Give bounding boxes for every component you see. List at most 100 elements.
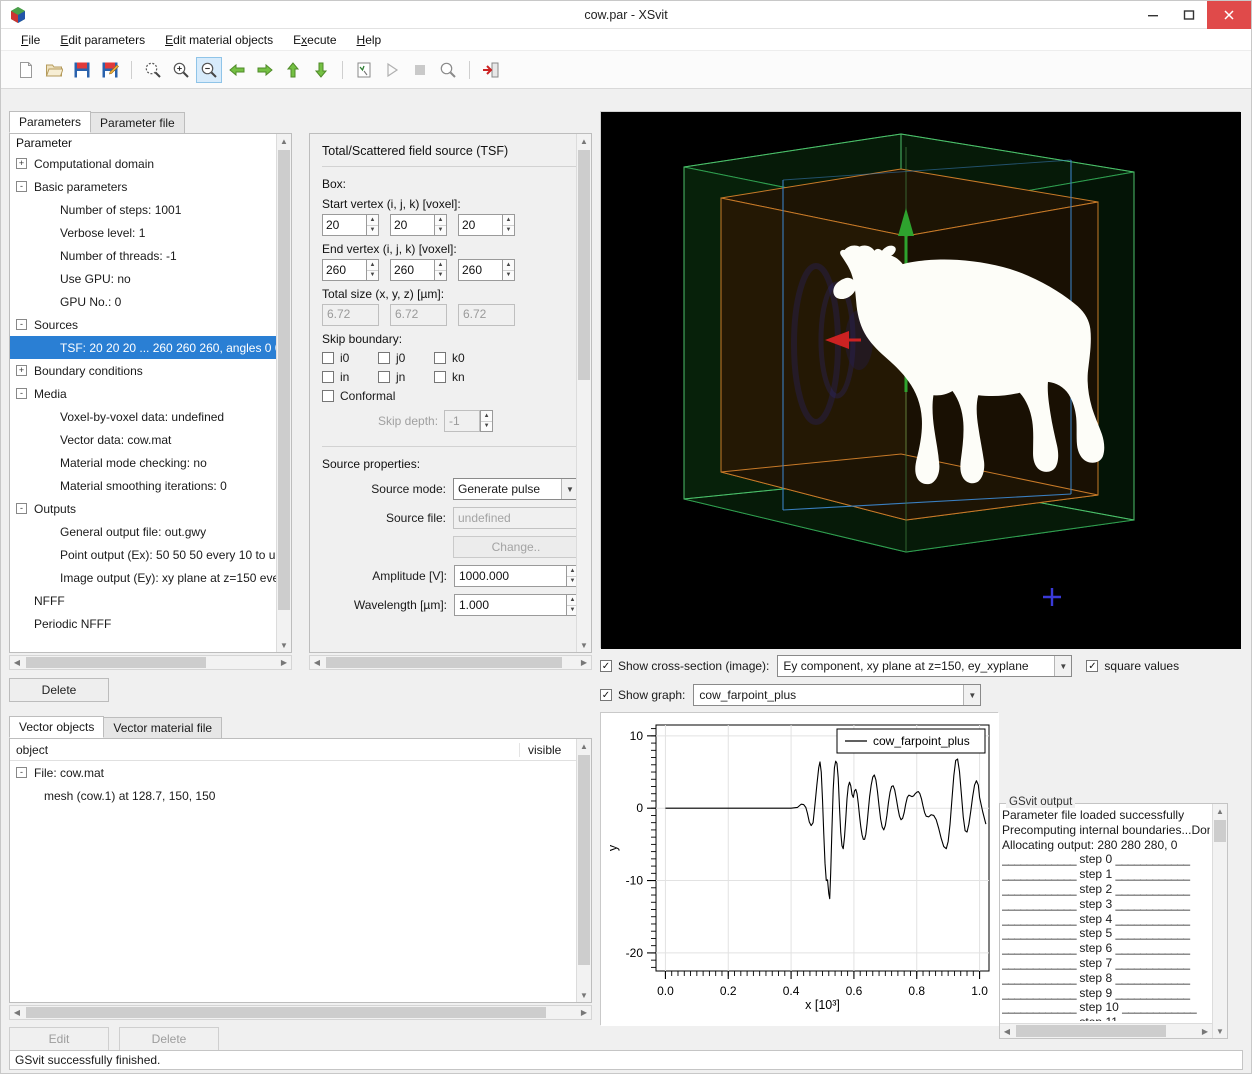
tsf-horizontal-scrollbar[interactable]: ◀ ▶ bbox=[309, 655, 592, 670]
tree-item[interactable]: -Sources bbox=[10, 313, 291, 336]
chevron-down-icon[interactable]: ▼ bbox=[1054, 656, 1071, 676]
tree-item[interactable]: Periodic NFFF bbox=[10, 612, 291, 635]
checkbox-conformal[interactable]: Conformal bbox=[322, 389, 395, 403]
scroll-thumb[interactable] bbox=[1214, 820, 1226, 842]
inspect-icon[interactable] bbox=[435, 57, 461, 83]
change-button[interactable]: Change.. bbox=[453, 536, 579, 558]
zoom-fit-icon[interactable] bbox=[140, 57, 166, 83]
expand-icon[interactable]: + bbox=[16, 365, 27, 376]
tree-item[interactable]: Voxel-by-voxel data: undefined bbox=[10, 405, 291, 428]
save-icon[interactable] bbox=[69, 57, 95, 83]
tree-item[interactable]: GPU No.: 0 bbox=[10, 290, 291, 313]
end-vertex-k-spinner[interactable]: ▲▼ bbox=[458, 259, 515, 281]
scroll-thumb[interactable] bbox=[326, 657, 562, 668]
arrow-left-icon[interactable] bbox=[224, 57, 250, 83]
show-cross-section-checkbox[interactable]: ✓ bbox=[600, 660, 612, 672]
scroll-left-icon[interactable]: ◀ bbox=[310, 658, 324, 667]
tree-horizontal-scrollbar[interactable]: ◀ ▶ bbox=[9, 655, 292, 670]
checkbox-i0[interactable]: i0 bbox=[322, 351, 378, 365]
square-values-checkbox[interactable]: ✓ bbox=[1086, 660, 1098, 672]
start-vertex-j-input[interactable] bbox=[390, 214, 434, 236]
tab-parameters[interactable]: Parameters bbox=[9, 111, 91, 133]
collapse-icon[interactable]: - bbox=[16, 319, 27, 330]
wavelength-input[interactable] bbox=[454, 594, 566, 616]
3d-scene-view[interactable] bbox=[600, 111, 1240, 648]
arrow-right-icon[interactable] bbox=[252, 57, 278, 83]
scroll-thumb[interactable] bbox=[1016, 1025, 1166, 1037]
scroll-right-icon[interactable]: ▶ bbox=[277, 658, 291, 667]
log-vertical-scrollbar[interactable]: ▲ ▼ bbox=[1212, 804, 1227, 1038]
show-graph-checkbox[interactable]: ✓ bbox=[600, 689, 612, 701]
menu-edit-material-objects[interactable]: Edit material objects bbox=[155, 31, 283, 49]
tab-parameter-file[interactable]: Parameter file bbox=[90, 112, 185, 133]
spin-down-icon[interactable]: ▼ bbox=[435, 226, 446, 236]
checkbox-box[interactable] bbox=[322, 371, 334, 383]
tsf-vertical-scrollbar[interactable]: ▲ ▼ bbox=[576, 134, 591, 652]
checkbox-box[interactable] bbox=[434, 371, 446, 383]
tree-item[interactable]: General output file: out.gwy bbox=[10, 520, 291, 543]
spin-down-icon[interactable]: ▼ bbox=[435, 271, 446, 281]
tree-item[interactable]: Use GPU: no bbox=[10, 267, 291, 290]
tree-vertical-scrollbar[interactable]: ▲ ▼ bbox=[276, 134, 291, 652]
scroll-thumb[interactable] bbox=[26, 1007, 546, 1018]
stop-icon[interactable] bbox=[407, 57, 433, 83]
scroll-up-icon[interactable]: ▲ bbox=[277, 134, 291, 148]
output-log-text[interactable]: Parameter file loaded successfullyPrecom… bbox=[1002, 808, 1210, 1021]
vector-object-row[interactable]: mesh (cow.1) at 128.7, 150, 150 bbox=[10, 784, 591, 807]
menu-help[interactable]: Help bbox=[347, 31, 392, 49]
scroll-up-icon[interactable]: ▲ bbox=[577, 134, 591, 148]
amplitude-spinner[interactable]: ▲▼ bbox=[454, 565, 579, 587]
graph-panel[interactable]: 0.00.20.40.60.81.0100-10-20x [10³]ycow_f… bbox=[600, 712, 998, 1025]
arrow-down-icon[interactable] bbox=[308, 57, 334, 83]
vector-objects-vertical-scrollbar[interactable]: ▲ ▼ bbox=[576, 739, 591, 1002]
spin-up-icon[interactable]: ▲ bbox=[367, 260, 378, 271]
spinner-buttons[interactable]: ▲▼ bbox=[366, 214, 379, 236]
spin-up-icon[interactable]: ▲ bbox=[503, 260, 514, 271]
scroll-left-icon[interactable]: ◀ bbox=[10, 1008, 24, 1017]
scroll-thumb[interactable] bbox=[578, 755, 590, 965]
edit-object-button[interactable]: Edit bbox=[9, 1027, 109, 1051]
cross-section-select[interactable]: Ey component, xy plane at z=150, ey_xypl… bbox=[777, 655, 1072, 677]
end-vertex-k-input[interactable] bbox=[458, 259, 502, 281]
tree-item[interactable]: Material smoothing iterations: 0 bbox=[10, 474, 291, 497]
tree-item[interactable]: Verbose level: 1 bbox=[10, 221, 291, 244]
tree-item[interactable]: Number of steps: 1001 bbox=[10, 198, 291, 221]
start-vertex-i-spinner[interactable]: ▲▼ bbox=[322, 214, 379, 236]
exit-icon[interactable] bbox=[478, 57, 504, 83]
collapse-icon[interactable]: - bbox=[16, 388, 27, 399]
start-vertex-j-spinner[interactable]: ▲▼ bbox=[390, 214, 447, 236]
scroll-up-icon[interactable]: ▲ bbox=[577, 739, 591, 753]
tree-item[interactable]: +Computational domain bbox=[10, 152, 291, 175]
scroll-left-icon[interactable]: ◀ bbox=[10, 658, 24, 667]
spin-up-icon[interactable]: ▲ bbox=[503, 215, 514, 226]
new-file-icon[interactable] bbox=[13, 57, 39, 83]
chevron-down-icon[interactable]: ▼ bbox=[963, 685, 980, 705]
tree-item[interactable]: Number of threads: -1 bbox=[10, 244, 291, 267]
log-horizontal-scrollbar[interactable]: ◀ ▶ bbox=[1000, 1023, 1212, 1038]
delete-object-button[interactable]: Delete bbox=[119, 1027, 219, 1051]
spin-up-icon[interactable]: ▲ bbox=[435, 215, 446, 226]
end-vertex-j-input[interactable] bbox=[390, 259, 434, 281]
scroll-down-icon[interactable]: ▼ bbox=[577, 638, 591, 652]
spin-up-icon[interactable]: ▲ bbox=[367, 215, 378, 226]
spin-down-icon[interactable]: ▼ bbox=[367, 271, 378, 281]
tree-item[interactable]: Image output (Ey): xy plane at z=150 eve… bbox=[10, 566, 291, 589]
tree-item[interactable]: Material mode checking: no bbox=[10, 451, 291, 474]
end-vertex-i-input[interactable] bbox=[322, 259, 366, 281]
save-as-icon[interactable] bbox=[97, 57, 123, 83]
amplitude-input[interactable] bbox=[454, 565, 566, 587]
collapse-icon[interactable]: - bbox=[16, 503, 27, 514]
zoom-in-icon[interactable] bbox=[168, 57, 194, 83]
tree-item[interactable]: Point output (Ex): 50 50 50 every 10 to … bbox=[10, 543, 291, 566]
tree-item[interactable]: -Basic parameters bbox=[10, 175, 291, 198]
parameter-tree[interactable]: +Computational domain-Basic parametersNu… bbox=[10, 152, 291, 635]
vector-object-row[interactable]: -File: cow.mat bbox=[10, 761, 591, 784]
tree-item[interactable]: TSF: 20 20 20 ... 260 260 260, angles 0 … bbox=[10, 336, 291, 359]
start-vertex-k-input[interactable] bbox=[458, 214, 502, 236]
scroll-thumb[interactable] bbox=[26, 657, 206, 668]
tree-item[interactable]: Vector data: cow.mat bbox=[10, 428, 291, 451]
start-vertex-k-spinner[interactable]: ▲▼ bbox=[458, 214, 515, 236]
scroll-right-icon[interactable]: ▶ bbox=[577, 658, 591, 667]
checkbox-kn[interactable]: kn bbox=[434, 370, 490, 384]
open-folder-icon[interactable] bbox=[41, 57, 67, 83]
